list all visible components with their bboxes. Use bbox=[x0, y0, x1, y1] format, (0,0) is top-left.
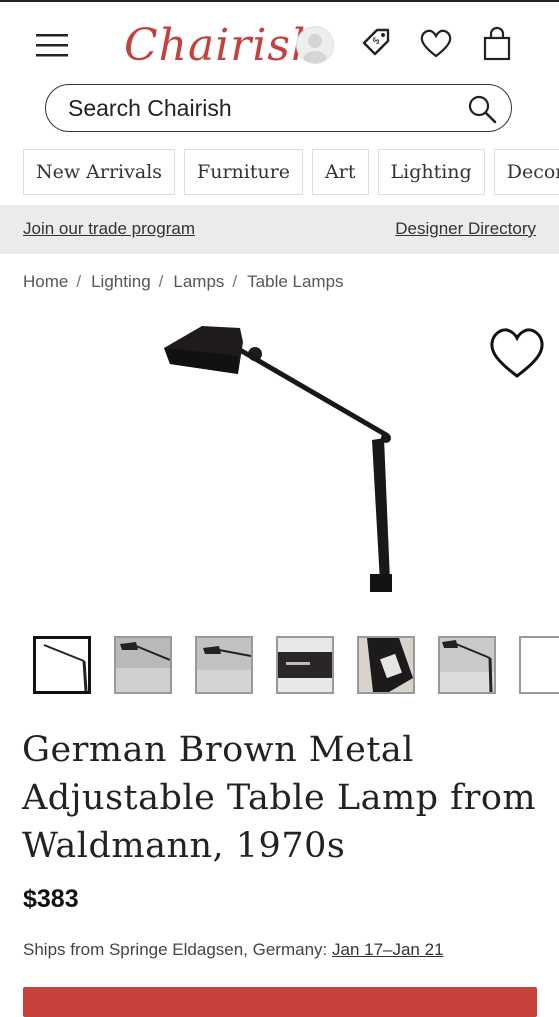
thumbnail[interactable] bbox=[357, 636, 415, 694]
svg-text:$: $ bbox=[370, 35, 382, 47]
favorite-heart-icon[interactable] bbox=[488, 326, 546, 380]
chairish-logo[interactable]: Chairish bbox=[124, 20, 320, 71]
join-trade-program-link[interactable]: Join our trade program bbox=[23, 219, 195, 239]
image-thumbnails bbox=[33, 636, 559, 696]
thumbnail[interactable] bbox=[276, 636, 334, 694]
shipping-info: Ships from Springe Eldagsen, Germany: Ja… bbox=[23, 940, 444, 960]
product-price: $383 bbox=[23, 885, 79, 913]
trade-bar: Join our trade program Designer Director… bbox=[0, 205, 559, 254]
category-art[interactable]: Art bbox=[312, 149, 369, 195]
thumbnail-image bbox=[36, 639, 88, 691]
avatar[interactable] bbox=[296, 26, 334, 64]
thumbnail-image bbox=[116, 638, 170, 692]
menu-icon[interactable] bbox=[36, 33, 68, 57]
category-lighting[interactable]: Lighting bbox=[377, 149, 485, 195]
price-tag-icon[interactable]: $ bbox=[358, 26, 392, 62]
thumbnail[interactable] bbox=[438, 636, 496, 694]
thumbnail-image bbox=[440, 638, 494, 692]
search-input[interactable] bbox=[68, 95, 448, 121]
breadcrumb-separator: / bbox=[76, 272, 82, 291]
thumbnail[interactable] bbox=[519, 636, 559, 694]
breadcrumb-lamps[interactable]: Lamps bbox=[173, 272, 224, 291]
breadcrumb-table-lamps[interactable]: Table Lamps bbox=[247, 272, 343, 291]
product-title: German Brown Metal Adjustable Table Lamp… bbox=[22, 730, 537, 866]
product-image[interactable] bbox=[140, 316, 410, 606]
shipping-dates-link[interactable]: Jan 17–Jan 21 bbox=[332, 940, 444, 959]
breadcrumb-separator: / bbox=[232, 272, 238, 291]
breadcrumb-lighting[interactable]: Lighting bbox=[91, 272, 151, 291]
thumbnail[interactable] bbox=[195, 636, 253, 694]
breadcrumb-home[interactable]: Home bbox=[23, 272, 68, 291]
shopping-bag-icon[interactable] bbox=[480, 26, 514, 62]
search-bar[interactable] bbox=[45, 84, 512, 132]
designer-directory-link[interactable]: Designer Directory bbox=[395, 219, 536, 239]
shipping-origin: Ships from Springe Eldagsen, Germany: bbox=[23, 940, 332, 959]
category-decor[interactable]: Decor bbox=[493, 149, 559, 195]
add-to-cart-button[interactable] bbox=[23, 987, 537, 1017]
thumbnail-image bbox=[278, 638, 332, 692]
heart-icon[interactable] bbox=[419, 26, 453, 62]
breadcrumb-separator: / bbox=[158, 272, 164, 291]
search-icon[interactable] bbox=[467, 94, 497, 124]
header: Chairish $ bbox=[0, 2, 559, 84]
thumbnail-image bbox=[197, 638, 251, 692]
user-icon bbox=[303, 34, 327, 63]
category-nav: New Arrivals Furniture Art Lighting Decor bbox=[23, 149, 559, 195]
category-new-arrivals[interactable]: New Arrivals bbox=[23, 149, 176, 195]
breadcrumb: Home / Lighting / Lamps / Table Lamps bbox=[23, 272, 344, 292]
thumbnail[interactable] bbox=[114, 636, 172, 694]
category-furniture[interactable]: Furniture bbox=[184, 149, 304, 195]
thumbnail-image bbox=[359, 638, 413, 692]
thumbnail[interactable] bbox=[33, 636, 91, 694]
